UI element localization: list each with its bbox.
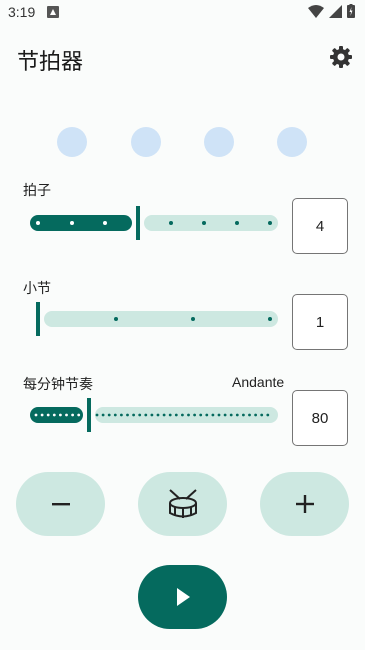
beats-tick-2 xyxy=(70,221,74,225)
beats-tick-6 xyxy=(202,221,206,225)
notification-icon xyxy=(47,6,59,18)
tempo-tick-4 xyxy=(52,413,56,417)
tempo-label: 每分钟节奏 xyxy=(23,376,93,392)
beats-track-active xyxy=(30,215,132,231)
bars-thumb xyxy=(36,302,40,336)
beats-label: 拍子 xyxy=(23,182,51,198)
tempo-tick-18 xyxy=(150,413,154,417)
drum-button[interactable] xyxy=(138,472,227,536)
tempo-tick-26 xyxy=(199,413,203,417)
tempo-value-field[interactable]: 80 xyxy=(292,390,348,446)
tempo-track-active xyxy=(30,407,83,423)
bars-tick-3 xyxy=(268,317,272,321)
tempo-tick-27 xyxy=(205,413,209,417)
tempo-tick-36 xyxy=(260,413,264,417)
tempo-tick-5 xyxy=(59,413,62,417)
tempo-tick-28 xyxy=(211,413,215,417)
beats-track-inactive xyxy=(144,215,278,231)
tempo-tick-25 xyxy=(193,413,197,417)
tempo-tick-11 xyxy=(107,413,111,417)
bars-tick-2 xyxy=(191,317,195,321)
tempo-tick-29 xyxy=(217,413,221,417)
play-icon xyxy=(176,588,190,606)
status-icons xyxy=(308,4,355,18)
beat-dot-4 xyxy=(277,127,307,157)
beats-tick-1 xyxy=(36,221,40,225)
bars-track-inactive xyxy=(44,311,278,327)
signal-icon xyxy=(329,4,342,18)
battery-icon xyxy=(347,4,355,18)
tempo-thumb xyxy=(87,398,91,432)
bars-slider[interactable] xyxy=(28,302,280,336)
tempo-tick-20 xyxy=(162,413,166,417)
bars-value-field[interactable]: 1 xyxy=(292,294,348,350)
tempo-tick-17 xyxy=(144,413,148,417)
minus-icon xyxy=(51,503,70,506)
beat-dot-2 xyxy=(131,127,161,157)
increase-button[interactable] xyxy=(260,472,349,536)
beats-tick-7 xyxy=(235,221,239,225)
tempo-tick-8 xyxy=(77,413,81,417)
tempo-tick-22 xyxy=(174,413,178,417)
decrease-button[interactable] xyxy=(16,472,105,536)
beats-slider[interactable] xyxy=(28,206,280,240)
status-bar: 3:19 xyxy=(0,0,365,26)
tempo-name: Andante xyxy=(232,374,285,390)
app-title: 节拍器 xyxy=(17,49,84,74)
beat-dot-3 xyxy=(204,127,234,157)
tempo-tick-15 xyxy=(132,413,135,417)
tempo-tick-19 xyxy=(156,413,160,417)
tempo-tick-37 xyxy=(266,413,270,417)
tempo-tick-6 xyxy=(65,413,68,417)
tempo-tick-33 xyxy=(242,413,245,417)
beat-dot-1 xyxy=(57,127,87,157)
tempo-tick-1 xyxy=(34,413,38,417)
gear-icon[interactable] xyxy=(329,45,353,69)
tempo-tick-35 xyxy=(254,413,257,417)
tempo-slider[interactable] xyxy=(28,398,280,432)
tempo-tick-30 xyxy=(223,413,227,417)
tempo-tick-14 xyxy=(126,413,129,417)
tempo-tick-3 xyxy=(46,413,50,417)
tempo-tick-13 xyxy=(120,413,123,417)
tempo-tick-10 xyxy=(101,413,105,417)
tempo-tick-31 xyxy=(229,413,233,417)
wifi-icon xyxy=(308,4,324,18)
tempo-tick-16 xyxy=(138,413,142,417)
beats-tick-5 xyxy=(169,221,173,225)
tempo-tick-34 xyxy=(248,413,251,417)
tempo-tick-12 xyxy=(113,413,117,417)
beats-thumb xyxy=(136,206,140,240)
tempo-tick-7 xyxy=(71,413,74,417)
tempo-tick-32 xyxy=(235,413,239,417)
bars-label: 小节 xyxy=(23,280,51,296)
plus-icon xyxy=(295,495,314,513)
beats-tick-3 xyxy=(103,221,107,225)
drum-icon xyxy=(168,489,197,518)
play-button[interactable] xyxy=(138,565,227,629)
tempo-tick-9 xyxy=(95,413,99,417)
tempo-tick-23 xyxy=(181,413,184,417)
tempo-tick-2 xyxy=(40,413,44,417)
tempo-tick-21 xyxy=(168,413,172,417)
tempo-tick-24 xyxy=(187,413,190,417)
beats-value-field[interactable]: 4 xyxy=(292,198,348,254)
beats-tick-8 xyxy=(268,221,272,225)
bars-tick-1 xyxy=(114,317,118,321)
status-time: 3:19 xyxy=(8,4,36,20)
